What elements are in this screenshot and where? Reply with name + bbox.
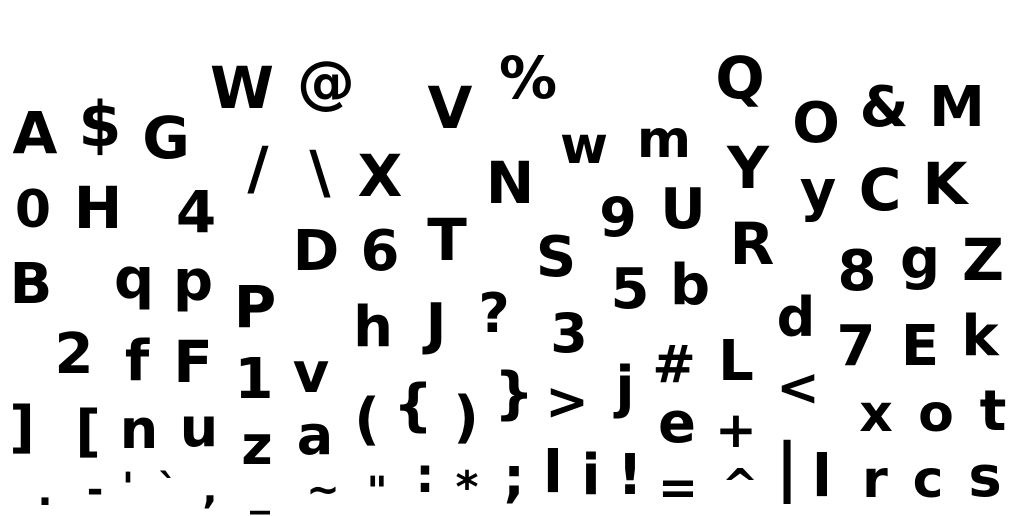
glyph-lower-b: b: [669, 253, 711, 318]
glyph-lower-i: i: [581, 443, 601, 508]
glyph-lower-o: o: [918, 384, 954, 444]
glyph-upper-g: G: [142, 104, 190, 172]
glyph-upper-e: E: [900, 314, 940, 379]
glyph-underscore: _: [250, 469, 270, 515]
glyph-digit-7: 7: [836, 314, 876, 379]
glyph-digit-1: 1: [234, 347, 274, 412]
glyph-lower-r: r: [862, 450, 888, 510]
glyph-lower-q: q: [113, 247, 155, 312]
glyph-right-bracket: ]: [9, 395, 35, 460]
glyph-upper-h: H: [73, 174, 123, 242]
glyph-lower-l: l: [812, 442, 832, 510]
glyph-upper-p: P: [233, 273, 277, 341]
glyph-lower-t: t: [979, 379, 1007, 444]
glyph-double-quote: ": [366, 469, 388, 515]
glyph-lower-w: w: [559, 116, 609, 176]
glyph-upper-u: U: [660, 177, 706, 242]
glyph-lower-h: h: [353, 295, 393, 360]
glyph-canvas: A $ G W @ V% w m Q O & M 0 H 4 / \ X N 9 U Yy C K Bq p D 6 T S 5 b R 8 g Z P…: [0, 0, 1024, 512]
glyph-digit-9: 9: [599, 186, 637, 249]
glyph-digit-3: 3: [550, 302, 588, 365]
glyph-pipe: |: [775, 431, 799, 505]
glyph-left-paren: (: [354, 387, 380, 452]
glyph-asterisk: *: [455, 462, 479, 513]
glyph-backtick: `: [158, 467, 178, 513]
glyph-colon: :: [415, 448, 435, 504]
glyph-exclamation: !: [617, 443, 643, 508]
glyph-lower-l: l: [543, 438, 563, 506]
glyph-lower-e: e: [658, 391, 696, 456]
glyph-lower-s: s: [968, 445, 1002, 510]
glyph-upper-n: N: [485, 149, 535, 217]
glyph-upper-w: W: [210, 54, 274, 122]
glyph-lower-m: m: [636, 110, 692, 170]
glyph-backslash: \: [309, 138, 331, 206]
glyph-percent: %: [498, 44, 558, 112]
glyph-ampersand: &: [859, 75, 909, 140]
glyph-lower-a: a: [296, 404, 334, 467]
glyph-lower-g: g: [899, 227, 941, 292]
glyph-digit-6: 6: [360, 219, 400, 284]
glyph-upper-m: M: [929, 75, 985, 140]
glyph-lower-x: x: [859, 384, 893, 444]
glyph-hyphen: -: [86, 467, 104, 513]
glyph-dollar: $: [78, 88, 122, 161]
glyph-upper-o: O: [792, 91, 840, 156]
glyph-comma: ,: [202, 467, 218, 513]
glyph-upper-z: Z: [961, 226, 1005, 294]
glyph-upper-r: R: [729, 210, 775, 278]
glyph-upper-j: J: [425, 292, 447, 357]
glyph-lower-z: z: [241, 414, 273, 477]
glyph-upper-q: Q: [715, 44, 765, 112]
glyph-upper-v: V: [427, 74, 473, 142]
glyph-digit-8: 8: [837, 239, 877, 304]
glyph-left-bracket: [: [75, 399, 101, 464]
glyph-lower-y: y: [799, 159, 837, 224]
glyph-lower-f: f: [124, 329, 150, 394]
glyph-upper-a: A: [12, 99, 58, 167]
glyph-right-paren: ): [453, 385, 479, 450]
glyph-apostrophe: ': [121, 465, 135, 511]
glyph-at: @: [297, 48, 355, 116]
glyph-lower-v: v: [292, 341, 330, 406]
glyph-digit-5: 5: [610, 257, 650, 322]
glyph-plus: +: [715, 401, 757, 459]
glyph-lower-k: k: [961, 304, 999, 369]
glyph-upper-b: B: [9, 252, 53, 317]
glyph-upper-c: C: [858, 156, 902, 224]
glyph-upper-k: K: [922, 150, 968, 218]
glyph-upper-t: T: [427, 206, 467, 274]
glyph-digit-4: 4: [175, 178, 217, 246]
glyph-tilde: ~: [306, 467, 340, 513]
glyph-lower-d: d: [776, 286, 816, 349]
glyph-hash: #: [652, 335, 696, 395]
glyph-upper-s: S: [535, 225, 577, 290]
glyph-lower-p: p: [172, 249, 214, 314]
glyph-digit-2: 2: [54, 322, 94, 387]
glyph-upper-y: Y: [727, 134, 769, 202]
glyph-caret: ^: [721, 460, 759, 511]
glyph-digit-0: 0: [14, 180, 52, 240]
glyph-slash: /: [247, 134, 269, 202]
glyph-lower-u: u: [179, 396, 219, 459]
glyph-upper-x: X: [357, 142, 403, 210]
glyph-greater-than: >: [545, 372, 589, 432]
glyph-lower-c: c: [912, 450, 944, 510]
glyph-upper-l: L: [718, 329, 754, 394]
glyph-right-brace: }: [494, 361, 534, 426]
glyph-lower-j: j: [615, 355, 635, 420]
glyph-equals: =: [657, 460, 699, 516]
glyph-period: .: [37, 469, 53, 515]
glyph-semicolon: ;: [503, 446, 525, 509]
glyph-upper-d: D: [292, 219, 340, 284]
glyph-lower-n: n: [119, 398, 159, 461]
glyph-upper-f: F: [173, 328, 213, 396]
glyph-less-than: <: [776, 358, 820, 418]
glyph-left-brace: {: [393, 373, 433, 438]
glyph-question: ?: [478, 282, 510, 345]
